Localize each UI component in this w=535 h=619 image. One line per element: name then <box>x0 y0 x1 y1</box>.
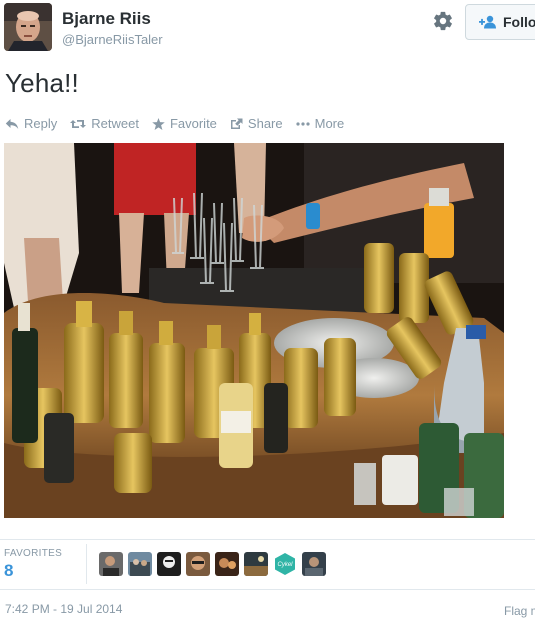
cykel-avatar-text: Cykel <box>277 562 293 568</box>
add-user-icon <box>479 15 496 29</box>
share-label: Share <box>247 116 283 131</box>
share-button[interactable]: Share <box>230 116 283 131</box>
reply-label: Reply <box>24 116 58 131</box>
follow-label: Follo <box>503 14 535 30</box>
favoriter-avatar-cykel[interactable]: Cykel <box>273 552 297 576</box>
reply-button[interactable]: Reply <box>5 116 57 131</box>
user-handle[interactable]: @BjarneRiisTaler <box>62 32 163 47</box>
share-icon <box>230 118 243 129</box>
more-dots-icon <box>296 121 310 126</box>
stats-bottom-divider <box>0 589 535 590</box>
favoriter-avatar[interactable] <box>186 552 210 576</box>
favorite-label: Favorite <box>169 116 217 131</box>
more-button[interactable]: More <box>296 116 345 131</box>
user-avatar[interactable] <box>4 3 52 51</box>
tweet-card: Bjarne Riis @BjarneRiisTaler Follo Yeha!… <box>0 0 535 619</box>
favorites-label: FAVORITES <box>4 548 63 559</box>
gear-icon[interactable] <box>432 10 456 34</box>
tweet-actions: Reply Retweet Favorite Share More <box>5 116 344 131</box>
favorite-button[interactable]: Favorite <box>152 116 217 131</box>
stats-top-divider <box>0 539 535 540</box>
follow-button[interactable]: Follo <box>465 4 535 40</box>
retweet-icon <box>70 119 87 128</box>
favorites-count[interactable]: 8 <box>4 561 13 581</box>
favoriter-avatar[interactable] <box>99 552 123 576</box>
stats-vertical-divider <box>86 544 87 584</box>
favoriter-avatar[interactable] <box>128 552 152 576</box>
avatar-photo <box>4 3 52 51</box>
star-icon <box>152 117 165 130</box>
favoriter-avatars: Cykel <box>99 552 326 576</box>
flag-media-link[interactable]: Flag m <box>504 604 535 618</box>
user-name[interactable]: Bjarne Riis <box>62 9 151 29</box>
photo-champagne-tub <box>4 143 504 518</box>
tweet-text: Yeha!! <box>5 68 79 98</box>
favoriter-avatar[interactable] <box>302 552 326 576</box>
more-label: More <box>314 116 345 131</box>
favoriter-avatar[interactable] <box>215 552 239 576</box>
tweet-timestamp[interactable]: 7:42 PM - 19 Jul 2014 <box>5 602 122 616</box>
tweet-photo[interactable] <box>4 143 504 518</box>
retweet-label: Retweet <box>91 116 139 131</box>
favoriter-avatar[interactable] <box>244 552 268 576</box>
reply-icon <box>5 118 19 129</box>
retweet-button[interactable]: Retweet <box>70 116 139 131</box>
favoriter-avatar[interactable] <box>157 552 181 576</box>
